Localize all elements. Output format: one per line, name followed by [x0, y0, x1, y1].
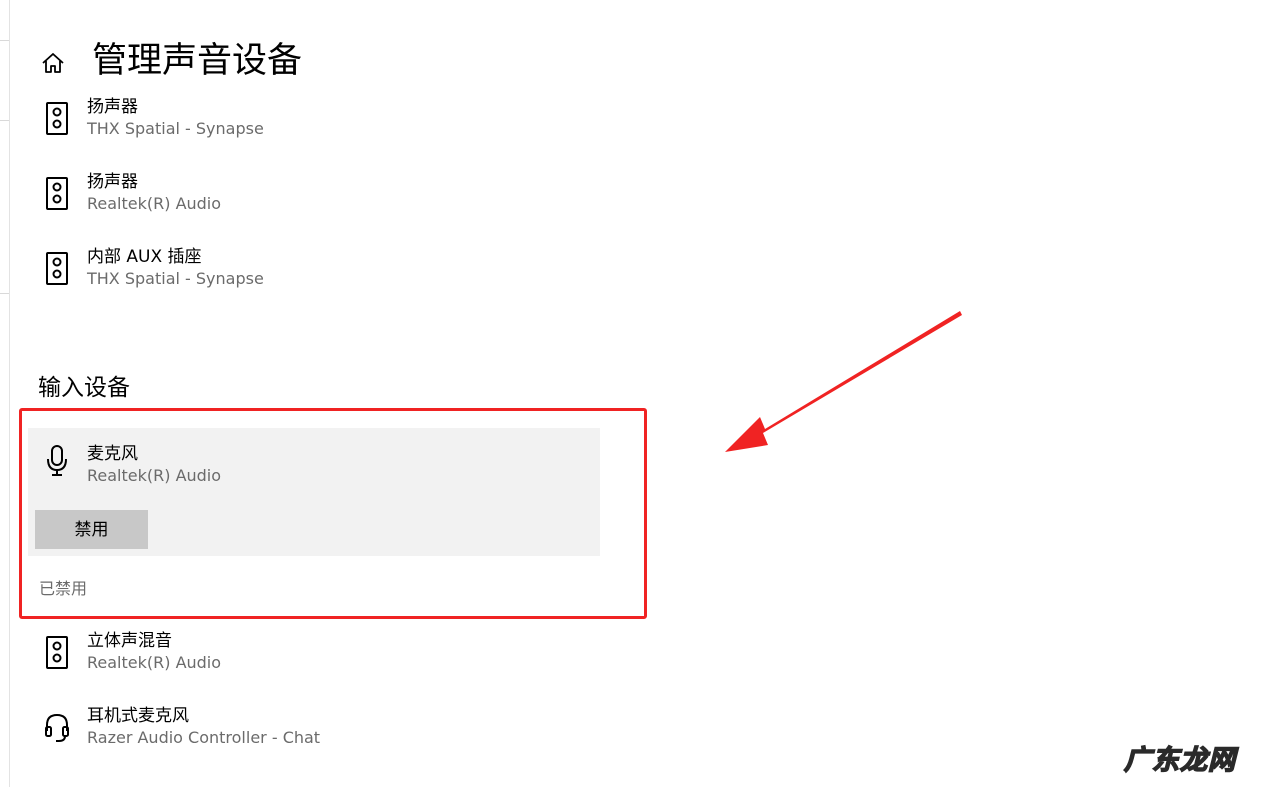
- output-device-item[interactable]: 扬声器 Realtek(R) Audio: [28, 172, 588, 235]
- input-device-item[interactable]: 立体声混音 Realtek(R) Audio: [28, 631, 588, 694]
- device-driver: Realtek(R) Audio: [87, 653, 222, 672]
- input-devices-heading: 输入设备: [38, 375, 130, 401]
- edge-divider: [0, 120, 9, 121]
- device-name: 立体声混音: [87, 631, 172, 651]
- microphone-icon: [47, 445, 67, 476]
- speaker-icon: [46, 636, 68, 669]
- output-device-item[interactable]: 扬声器 THX Spatial - Synapse: [28, 97, 588, 160]
- device-name: 麦克风: [87, 444, 138, 464]
- device-name: 扬声器: [87, 97, 138, 117]
- edge-divider: [0, 40, 9, 41]
- window-left-edge: [0, 0, 10, 787]
- device-name: 内部 AUX 插座: [87, 247, 202, 267]
- device-name: 耳机式麦克风: [87, 706, 189, 726]
- home-icon[interactable]: [40, 50, 66, 76]
- device-driver: Realtek(R) Audio: [87, 194, 222, 213]
- edge-divider: [0, 293, 9, 294]
- device-driver: Razer Audio Controller - Chat: [87, 728, 321, 747]
- selected-input-device[interactable]: 麦克风 Realtek(R) Audio 禁用: [28, 428, 600, 556]
- input-device-item[interactable]: 耳机式麦克风 Razer Audio Controller - Chat: [28, 706, 588, 769]
- device-name: 扬声器: [87, 172, 138, 192]
- speaker-icon: [46, 177, 68, 210]
- device-driver: THX Spatial - Synapse: [87, 269, 264, 288]
- device-driver: Realtek(R) Audio: [87, 466, 222, 485]
- speaker-icon: [46, 252, 68, 285]
- device-driver: THX Spatial - Synapse: [87, 119, 264, 138]
- disable-button[interactable]: 禁用: [35, 510, 148, 549]
- watermark-text: 广东龙网: [1123, 744, 1236, 777]
- headset-icon: [45, 713, 69, 742]
- page-title: 管理声音设备: [92, 41, 303, 81]
- red-arrow-annotation: [725, 311, 962, 452]
- disabled-label: 已禁用: [39, 579, 88, 598]
- output-device-item[interactable]: 内部 AUX 插座 THX Spatial - Synapse: [28, 247, 588, 310]
- speaker-icon: [46, 102, 68, 135]
